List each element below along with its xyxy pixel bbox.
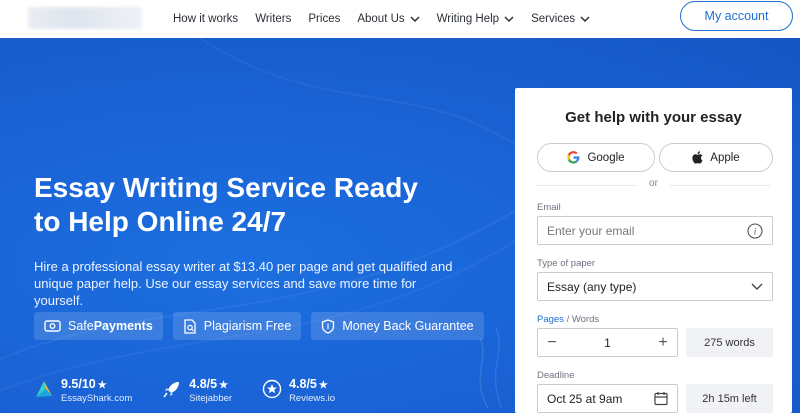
nav-label: How it works xyxy=(173,13,239,25)
svg-text:i: i xyxy=(754,227,757,237)
minus-icon[interactable]: − xyxy=(538,334,566,352)
email-field[interactable]: Enter your email i xyxy=(537,216,773,245)
nav-label: About Us xyxy=(357,13,405,25)
email-placeholder: Enter your email xyxy=(547,223,635,238)
rocket-icon xyxy=(163,382,180,398)
order-form: Get help with your essay Google Apple or… xyxy=(515,88,792,413)
pages-label: Pages xyxy=(537,314,564,325)
chevron-down-icon xyxy=(504,16,514,23)
google-signin-button[interactable]: Google xyxy=(537,143,655,172)
badge-safe-payments: Safe Payments xyxy=(34,312,163,340)
nav-label: Services xyxy=(531,13,576,25)
paper-type-value: Essay (any type) xyxy=(547,279,637,294)
info-icon[interactable]: i xyxy=(747,223,763,239)
hero-title-line: to Help Online 24/7 xyxy=(34,206,287,237)
rating-source: EssayShark.com xyxy=(61,393,133,404)
nav-writing-help[interactable]: Writing Help xyxy=(437,13,514,25)
nav-label: Writers xyxy=(255,13,292,25)
apple-icon xyxy=(692,151,703,164)
chevron-down-icon xyxy=(410,16,420,23)
main-nav: How it works Writers Prices About Us Wri… xyxy=(173,0,607,38)
calendar-icon xyxy=(654,392,668,406)
badge-label: Safe xyxy=(68,319,94,333)
site-logo[interactable] xyxy=(28,7,142,29)
or-divider: or xyxy=(515,178,792,189)
rating-source: Sitejabber xyxy=(189,393,233,404)
apple-label: Apple xyxy=(710,151,740,164)
apple-signin-button[interactable]: Apple xyxy=(659,143,773,172)
rating-essayshark: 9.5/10 ★ EssayShark.com xyxy=(34,377,132,404)
words-count: 275 words xyxy=(686,328,773,357)
plus-icon[interactable]: + xyxy=(649,334,677,352)
nav-label: Writing Help xyxy=(436,13,500,25)
rating-score: 4.8/5 xyxy=(289,377,317,391)
form-title: Get help with your essay xyxy=(565,109,742,126)
paper-type-label: Type of paper xyxy=(537,258,596,269)
pages-words-label: Pages / Words xyxy=(537,314,599,325)
nav-writers[interactable]: Writers xyxy=(255,13,291,25)
pages-stepper[interactable]: − 1 + xyxy=(537,328,678,357)
rating-source: Reviews.io xyxy=(289,393,335,404)
star-icon: ★ xyxy=(97,380,107,391)
my-account-button[interactable]: My account xyxy=(680,1,793,31)
rating-score: 4.8/5 xyxy=(189,377,218,391)
shield-icon xyxy=(322,318,335,334)
rating-reviewsio: 4.8/5 ★ Reviews.io xyxy=(262,377,335,404)
deadline-label: Deadline xyxy=(537,370,575,381)
hero-title-line: Essay Writing Service Ready xyxy=(34,172,418,203)
nav-services[interactable]: Services xyxy=(531,13,590,25)
star-badge-icon xyxy=(262,379,282,399)
star-icon: ★ xyxy=(318,380,328,391)
deadline-value: Oct 25 at 9am xyxy=(547,391,623,406)
google-icon xyxy=(567,151,580,164)
badge-label-bold: Payments xyxy=(93,319,153,333)
google-label: Google xyxy=(587,151,625,164)
badge-money-back: Money Back Guarantee xyxy=(311,312,484,340)
essayshark-logo-icon xyxy=(36,381,52,397)
badge-label: Plagiarism Free xyxy=(203,319,292,333)
ratings-row: 9.5/10 ★ EssayShark.com 4.8/5 ★ Sitejabber… xyxy=(34,377,365,404)
deadline-field[interactable]: Oct 25 at 9am xyxy=(537,384,678,413)
chevron-down-icon xyxy=(751,283,763,290)
pages-value: 1 xyxy=(604,335,611,350)
feature-badges: Safe Payments Plagiarism Free Money Back … xyxy=(34,312,494,340)
plagiarism-icon xyxy=(184,318,196,334)
nav-label: Prices xyxy=(308,13,341,25)
hero-description: Hire a professional essay writer at $13.… xyxy=(34,259,453,308)
nav-about-us[interactable]: About Us xyxy=(357,13,420,25)
time-left: 2h 15m left xyxy=(686,384,773,413)
rating-sitejabber: 4.8/5 ★ Sitejabber xyxy=(162,377,232,404)
badge-plagiarism-free: Plagiarism Free xyxy=(172,312,302,340)
hero-title: Essay Writing Service Ready to Help Onli… xyxy=(34,171,454,239)
paper-type-select[interactable]: Essay (any type) xyxy=(537,272,773,301)
nav-how-it-works[interactable]: How it works xyxy=(173,13,238,25)
nav-prices[interactable]: Prices xyxy=(308,13,340,25)
email-label: Email xyxy=(537,202,561,213)
rating-score: 9.5/10 xyxy=(61,377,96,391)
safepayments-icon xyxy=(44,320,61,332)
badge-label: Money Back Guarantee xyxy=(342,319,474,333)
star-icon: ★ xyxy=(219,380,229,391)
words-label: / Words xyxy=(563,314,600,325)
chevron-down-icon xyxy=(580,16,590,23)
top-header: How it works Writers Prices About Us Wri… xyxy=(0,0,800,38)
